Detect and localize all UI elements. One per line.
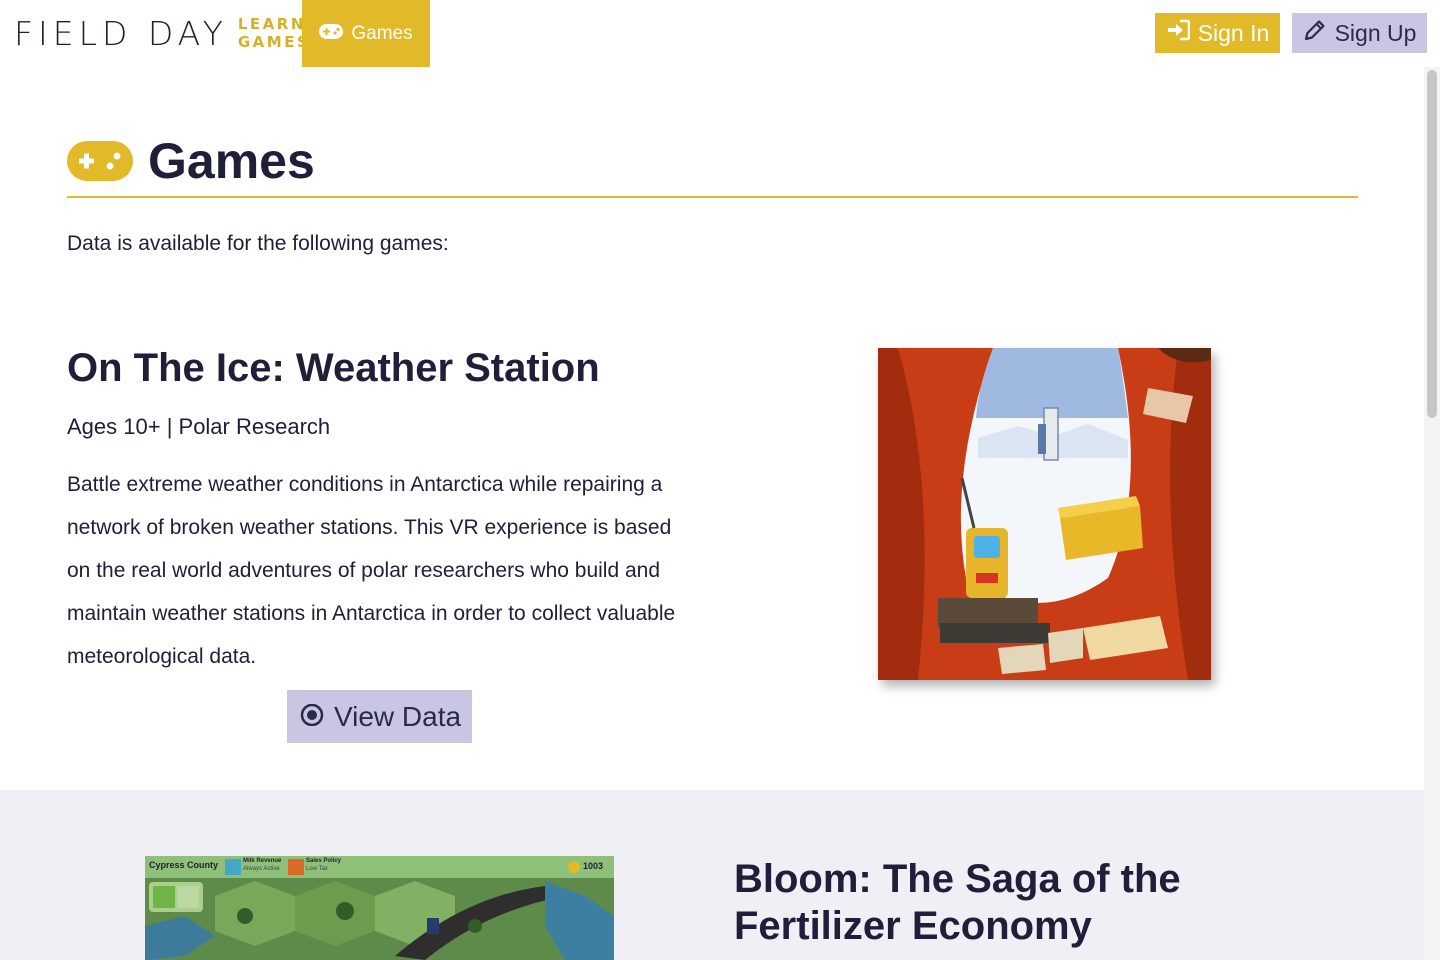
bloom-cover-image: Cypress County Milk Revenue Always Activ…	[145, 856, 614, 960]
eye-icon	[298, 701, 326, 733]
nav-games-tab[interactable]: Games	[302, 0, 430, 67]
sign-in-icon	[1166, 19, 1190, 47]
hud-coins: 1003	[583, 861, 604, 871]
pencil-icon	[1303, 18, 1327, 48]
view-data-label: View Data	[333, 700, 462, 732]
logo-wordmark: FIELD DAY	[14, 13, 228, 53]
field-day-logo[interactable]: FIELD DAY LEARNING GAMES	[14, 13, 344, 53]
view-data-button[interactable]: View Data	[287, 690, 472, 743]
nav-games-label: Games	[351, 22, 413, 44]
hud-county: Cypress County	[149, 860, 219, 870]
hud-sales-title: Sales Policy	[306, 858, 342, 864]
sign-up-button[interactable]: Sign Up	[1292, 13, 1427, 53]
sign-in-label: Sign In	[1197, 19, 1270, 46]
sign-in-button[interactable]: Sign In	[1155, 13, 1280, 53]
hud-milk-sub: Always Active	[243, 866, 280, 872]
game-meta: Ages 10+ | Polar Research	[67, 414, 331, 439]
intro-text: Data is available for the following game…	[67, 232, 449, 255]
page-title: Games	[148, 133, 315, 189]
gamepad-icon	[67, 141, 133, 181]
page-heading: Games	[67, 130, 1358, 198]
sign-up-label: Sign Up	[1334, 19, 1417, 46]
gamepad-icon	[319, 23, 344, 45]
game-title: On The Ice: Weather Station	[67, 346, 600, 390]
top-navbar: FIELD DAY LEARNING GAMES Games Sign In S…	[0, 0, 1440, 67]
hud-milk-title: Milk Revenue	[243, 858, 282, 864]
scrollbar-thumb[interactable]	[1427, 70, 1437, 418]
hud-sales-sub: Low Tax	[306, 866, 328, 872]
game-title: Bloom: The Saga of the Fertilizer Econom…	[734, 857, 1181, 948]
game-description: Battle extreme weather conditions in Ant…	[67, 473, 676, 668]
on-the-ice-cover-image	[878, 348, 1211, 680]
